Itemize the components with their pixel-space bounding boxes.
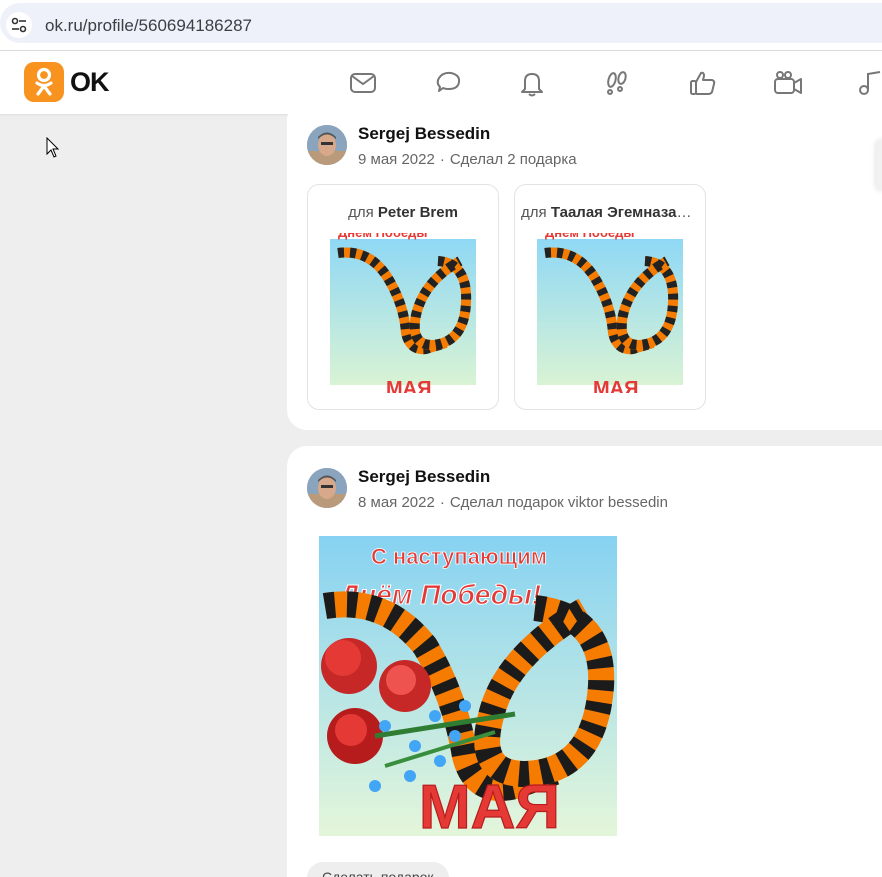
avatar[interactable] (307, 125, 347, 165)
card-text-bottom: МАЯ (419, 773, 560, 836)
card-text-top: С наступающим (371, 544, 547, 569)
site-settings-icon[interactable] (6, 12, 32, 38)
bell-icon[interactable] (517, 68, 547, 98)
post-author[interactable]: Sergej Bessedin (358, 467, 490, 487)
gift-card[interactable]: для Peter Brem Днём Победы МАЯ (307, 184, 499, 410)
post-action: Сделал 2 подарка (449, 151, 577, 168)
ok-logo-icon[interactable] (24, 62, 64, 102)
post-action: Сделал подарок viktor bessedin (449, 494, 668, 511)
thumbs-up-icon[interactable] (688, 68, 718, 98)
footprints-icon[interactable] (602, 68, 632, 98)
gift-recipient: для Peter Brem (348, 204, 458, 221)
svg-text:Днём Победы: Днём Победы (545, 233, 634, 240)
url-field[interactable]: ok.ru/profile/560694186287 (0, 3, 882, 43)
avatar[interactable] (307, 468, 347, 508)
mouse-cursor-icon (46, 136, 60, 164)
chat-bubbles-icon[interactable] (433, 68, 463, 98)
separator: · (439, 494, 445, 511)
post-meta: 8 мая 2022 · Сделал подарок viktor bessedi… (358, 494, 668, 511)
envelope-icon[interactable] (348, 68, 378, 98)
svg-text:Днём Победы: Днём Победы (338, 233, 427, 240)
make-gift-button[interactable]: Сделать подарок (307, 862, 449, 877)
post-date[interactable]: 8 мая 2022 (358, 494, 435, 511)
music-note-icon[interactable] (856, 68, 882, 98)
separator: · (439, 151, 445, 168)
gift-recipient: для Таалая Эгемназарова (521, 204, 705, 221)
svg-text:МАЯ: МАЯ (593, 378, 638, 393)
post-date[interactable]: 9 мая 2022 (358, 151, 435, 168)
carousel-arrow[interactable] (876, 140, 882, 190)
logo-text[interactable]: OK (70, 67, 109, 98)
video-camera-icon[interactable] (772, 68, 802, 98)
gift-image: Днём Победы МАЯ (328, 233, 480, 393)
browser-address-bar: ok.ru/profile/560694186287 (0, 0, 882, 50)
gift-image-large[interactable]: С наступающим Днём Победы! МАЯ (315, 536, 625, 836)
feed-post: Sergej Bessedin 8 мая 2022 · Сделал подаро… (287, 446, 882, 877)
gift-image: Днём Победы МАЯ (535, 233, 687, 393)
post-author[interactable]: Sergej Bessedin (358, 124, 490, 144)
post-meta: 9 мая 2022 · Сделал 2 подарка (358, 151, 577, 168)
feed-post: Sergej Bessedin 9 мая 2022 · Сделал 2 пода… (287, 100, 882, 430)
gift-card[interactable]: для Таалая Эгемназарова Днём Победы МАЯ (514, 184, 706, 410)
url-text: ok.ru/profile/560694186287 (45, 16, 252, 35)
svg-text:МАЯ: МАЯ (386, 378, 431, 393)
